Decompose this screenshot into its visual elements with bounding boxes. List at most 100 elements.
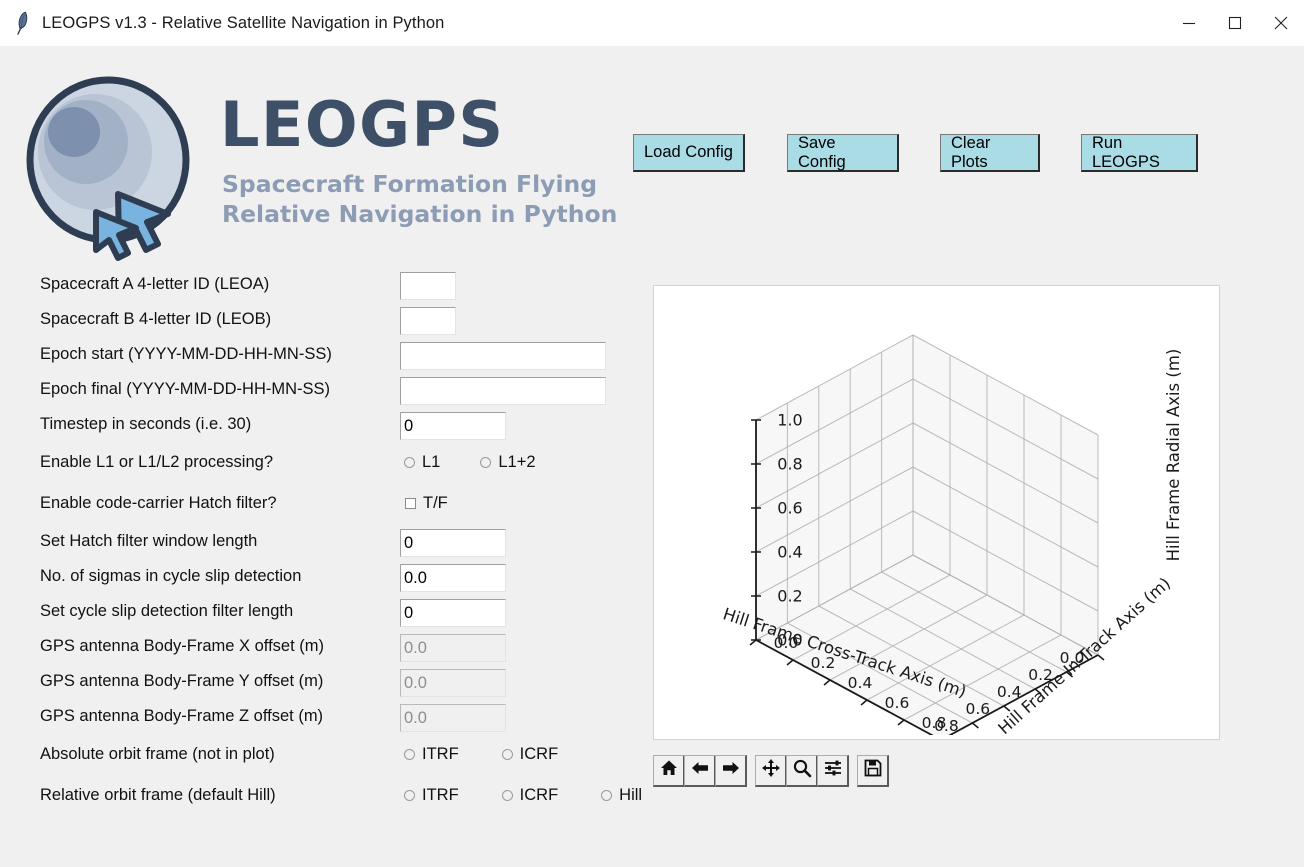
floppy-disk-icon bbox=[863, 758, 883, 783]
run-leogps-button[interactable]: Run LEOGPS bbox=[1081, 134, 1198, 172]
form-label-2: Epoch start (YYYY-MM-DD-HH-MN-SS) bbox=[40, 345, 332, 363]
toolbar-separator bbox=[746, 755, 755, 787]
hatch-filter-checkbox-label: T/F bbox=[423, 494, 448, 512]
matplotlib-3d-axes[interactable]: 0.00.20.40.60.81.00.00.20.40.60.81.00.00… bbox=[658, 290, 1215, 752]
radio-absolute-itrf-label: ITRF bbox=[422, 745, 459, 763]
checkbox-icon bbox=[405, 498, 416, 509]
forward-button[interactable] bbox=[715, 755, 747, 787]
form-label-0: Spacecraft A 4-letter ID (LEOA) bbox=[40, 275, 270, 293]
svg-text:0.6: 0.6 bbox=[965, 700, 990, 718]
plot-panel: 0.00.20.40.60.81.00.00.20.40.60.81.00.00… bbox=[653, 285, 1220, 752]
maximize-button[interactable] bbox=[1212, 0, 1258, 46]
close-button[interactable] bbox=[1258, 0, 1304, 46]
window-titlebar: LEOGPS v1.3 - Relative Satellite Navigat… bbox=[0, 0, 1304, 47]
timestep-input[interactable] bbox=[400, 412, 506, 440]
radio-relative-itrf[interactable]: ITRF bbox=[404, 786, 473, 805]
form-label-6: Enable code-carrier Hatch filter? bbox=[40, 494, 277, 512]
svg-text:0.8: 0.8 bbox=[922, 714, 947, 732]
radio-dot-icon bbox=[480, 457, 492, 468]
zoom-button[interactable] bbox=[786, 755, 818, 787]
configure-subplots-button[interactable] bbox=[817, 755, 849, 787]
hill-frame-3d-plot: 0.00.20.40.60.81.00.00.20.40.60.81.00.00… bbox=[721, 334, 1183, 752]
svg-text:0.8: 0.8 bbox=[777, 455, 802, 474]
magnifier-icon bbox=[792, 758, 812, 783]
matplotlib-navigation-toolbar bbox=[653, 754, 889, 788]
app-logo-subtitle-line2: Relative Navigation in Python bbox=[222, 199, 618, 228]
svg-text:0.6: 0.6 bbox=[885, 694, 910, 712]
svg-text:0.4: 0.4 bbox=[777, 543, 802, 562]
svg-text:0.6: 0.6 bbox=[777, 499, 802, 518]
arrow-right-icon bbox=[721, 758, 741, 783]
application-body: LEOGPS Spacecraft Formation Flying Relat… bbox=[0, 46, 1304, 867]
absolute-orbit-frame-radio-group: ITRF ICRF bbox=[404, 745, 572, 764]
form-label-3: Epoch final (YYYY-MM-DD-HH-MN-SS) bbox=[40, 380, 331, 398]
move-arrows-icon bbox=[761, 758, 781, 783]
epoch-start-input[interactable] bbox=[400, 342, 606, 370]
pan-button[interactable] bbox=[755, 755, 787, 787]
form-label-1: Spacecraft B 4-letter ID (LEOB) bbox=[40, 310, 272, 328]
radio-absolute-icrf[interactable]: ICRF bbox=[501, 745, 573, 764]
radio-l1[interactable]: L1 bbox=[404, 453, 454, 472]
form-label-4: Timestep in seconds (i.e. 30) bbox=[40, 415, 252, 433]
sliders-icon bbox=[823, 758, 843, 783]
home-button[interactable] bbox=[653, 755, 685, 787]
radio-l1l2[interactable]: L1+2 bbox=[480, 453, 549, 472]
form-label-12: GPS antenna Body-Frame Z offset (m) bbox=[40, 707, 324, 725]
home-icon bbox=[659, 758, 679, 783]
app-logo-subtitle-line1: Spacecraft Formation Flying bbox=[222, 170, 598, 198]
radio-absolute-icrf-label: ICRF bbox=[519, 745, 559, 763]
antenna-x-offset-input bbox=[400, 634, 506, 662]
python-feather-icon bbox=[12, 10, 32, 36]
radio-dot-icon bbox=[501, 790, 513, 801]
radio-dot-icon bbox=[601, 790, 613, 801]
toolbar-separator bbox=[848, 755, 857, 787]
window-title: LEOGPS v1.3 - Relative Satellite Navigat… bbox=[42, 13, 445, 32]
svg-text:1.0: 1.0 bbox=[959, 734, 984, 735]
hatch-filter-checkbox[interactable]: T/F bbox=[405, 494, 448, 513]
cycle-slip-filter-length-input[interactable] bbox=[400, 599, 506, 627]
radio-dot-icon bbox=[404, 457, 415, 468]
radio-dot-icon bbox=[404, 790, 415, 801]
svg-text:0.4: 0.4 bbox=[997, 683, 1022, 701]
app-logo-subtitle: Spacecraft Formation Flying Relative Nav… bbox=[222, 170, 617, 230]
clear-plots-button[interactable]: Clear Plots bbox=[940, 134, 1040, 172]
svg-text:0.2: 0.2 bbox=[777, 587, 802, 606]
branding-header: LEOGPS Spacecraft Formation Flying Relat… bbox=[22, 66, 622, 286]
app-logo-title: LEOGPS bbox=[220, 88, 505, 161]
form-label-5: Enable L1 or L1/L2 processing? bbox=[40, 453, 273, 471]
svg-text:0.4: 0.4 bbox=[848, 674, 873, 692]
radio-dot-icon bbox=[501, 749, 513, 760]
svg-text:1.0: 1.0 bbox=[777, 411, 802, 430]
form-label-10: GPS antenna Body-Frame X offset (m) bbox=[40, 637, 324, 655]
save-figure-button[interactable] bbox=[857, 755, 889, 787]
cycle-slip-sigmas-input[interactable] bbox=[400, 564, 506, 592]
window-controls bbox=[1166, 0, 1304, 46]
radio-l1-label: L1 bbox=[422, 453, 441, 471]
antenna-z-offset-input bbox=[400, 704, 506, 732]
radio-l1l2-label: L1+2 bbox=[498, 453, 536, 471]
leogps-planet-cursor-logo bbox=[22, 76, 200, 262]
hatch-window-length-input[interactable] bbox=[400, 529, 506, 557]
form-label-14: Relative orbit frame (default Hill) bbox=[40, 786, 276, 804]
antenna-y-offset-input bbox=[400, 669, 506, 697]
form-label-13: Absolute orbit frame (not in plot) bbox=[40, 745, 275, 763]
epoch-final-input[interactable] bbox=[400, 377, 606, 405]
save-config-button[interactable]: Save Config bbox=[787, 134, 899, 172]
spacecraft-a-id-input[interactable] bbox=[400, 272, 456, 300]
spacecraft-b-id-input[interactable] bbox=[400, 307, 456, 335]
form-label-7: Set Hatch filter window length bbox=[40, 532, 258, 550]
form-label-9: Set cycle slip detection filter length bbox=[40, 602, 294, 620]
radio-relative-itrf-label: ITRF bbox=[422, 786, 459, 804]
radio-relative-hill-label: Hill bbox=[619, 786, 643, 804]
arrow-left-icon bbox=[690, 758, 710, 783]
radio-relative-hill[interactable]: Hill bbox=[601, 786, 656, 805]
back-button[interactable] bbox=[684, 755, 716, 787]
form-label-8: No. of sigmas in cycle slip detection bbox=[40, 567, 302, 585]
radio-relative-icrf-label: ICRF bbox=[519, 786, 559, 804]
minimize-button[interactable] bbox=[1166, 0, 1212, 46]
svg-text:1.0: 1.0 bbox=[903, 734, 928, 735]
load-config-button[interactable]: Load Config bbox=[633, 134, 745, 172]
radio-relative-icrf[interactable]: ICRF bbox=[501, 786, 573, 805]
radio-absolute-itrf[interactable]: ITRF bbox=[404, 745, 473, 764]
z-axis-label: Hill Frame Radial Axis (m) bbox=[1164, 349, 1183, 562]
